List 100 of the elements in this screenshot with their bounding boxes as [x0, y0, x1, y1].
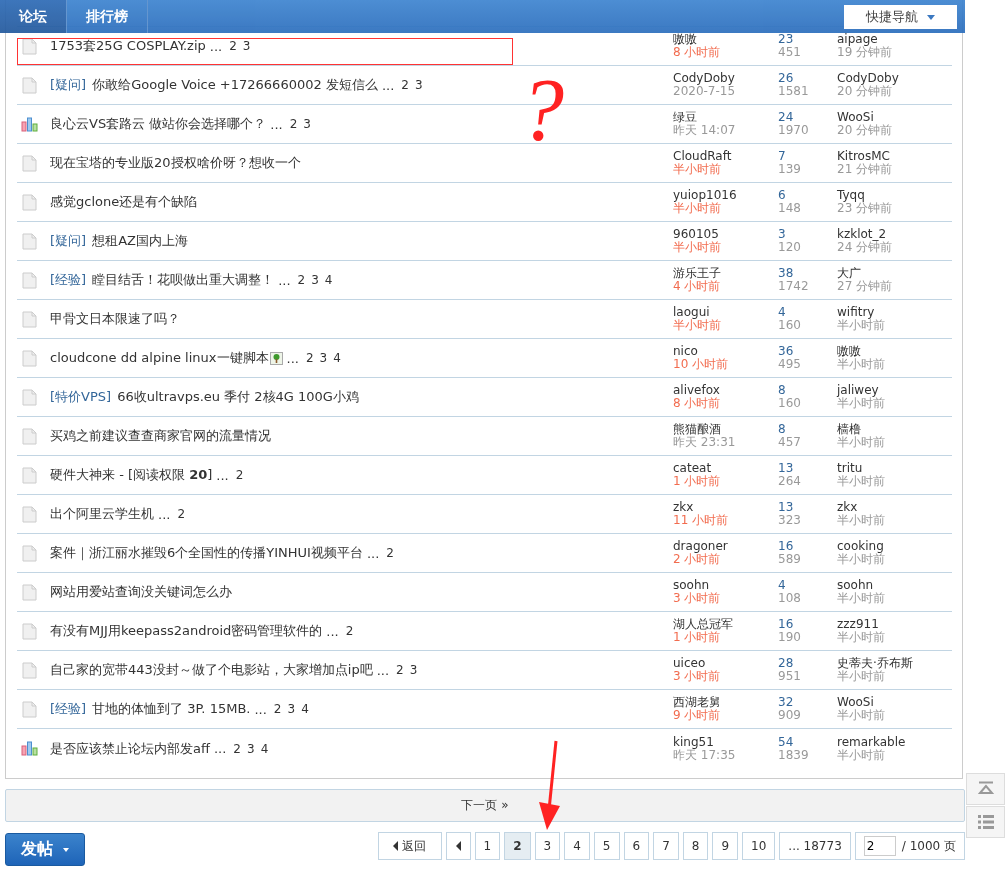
page-button[interactable]: 5 — [593, 832, 620, 860]
author-name[interactable]: zkx — [673, 501, 778, 514]
page-link[interactable]: 3 — [414, 78, 423, 92]
thread-tag[interactable]: [经验] — [50, 271, 87, 289]
page-button[interactable]: 3 — [534, 832, 561, 860]
page-link[interactable]: 2 — [297, 273, 306, 287]
last-poster-name[interactable]: aipage — [837, 33, 947, 46]
author-name[interactable]: 960105 — [673, 228, 778, 241]
page-button[interactable]: 9 — [712, 832, 739, 860]
quick-nav-button[interactable]: 快捷导航 — [844, 5, 957, 29]
page-link[interactable]: 4 — [333, 351, 341, 365]
back-to-top-button[interactable] — [966, 773, 1005, 805]
page-button[interactable]: 10 — [742, 832, 776, 860]
author-name[interactable]: 西湖老舅 — [673, 696, 778, 709]
thread-title[interactable]: 想租AZ国内上海 — [92, 232, 188, 250]
page-button[interactable]: 7 — [653, 832, 679, 860]
page-link[interactable]: 2 — [345, 624, 354, 638]
previous-page-button[interactable] — [445, 832, 471, 860]
nav-tab[interactable]: 排行榜 — [67, 0, 148, 33]
thread-title[interactable]: 你敢给Google Voice +17266660002 发短信么 — [92, 76, 378, 94]
last-poster-name[interactable]: kzklot_2 — [837, 228, 947, 241]
thread-title[interactable]: 甲骨文日本限速了吗？ — [50, 310, 180, 328]
thread-title[interactable]: 硬件大神来 - [阅读权限 20] — [50, 466, 213, 484]
last-poster-name[interactable]: tritu — [837, 462, 947, 475]
thread-title[interactable]: cloudcone dd alpine linux一键脚本 — [50, 349, 269, 367]
next-page-button[interactable]: 下一页 » — [5, 789, 965, 822]
thread-title[interactable]: 有没有MJJ用keepass2android密码管理软件的 — [50, 622, 323, 640]
author-name[interactable]: cateat — [673, 462, 778, 475]
last-poster-name[interactable]: CodyDoby — [837, 72, 947, 85]
page-link[interactable]: 3 — [287, 702, 296, 716]
author-name[interactable]: laogui — [673, 306, 778, 319]
page-link[interactable]: 2 — [386, 546, 394, 560]
thread-title[interactable]: 1753套25G COSPLAY.zip — [50, 37, 206, 55]
author-name[interactable]: 嗷嗷 — [673, 33, 778, 46]
author-name[interactable]: 湖人总冠军 — [673, 618, 778, 631]
page-number-input[interactable]: 2 — [863, 836, 896, 856]
page-link[interactable]: 2 — [273, 702, 282, 716]
last-poster-name[interactable]: soohn — [837, 579, 947, 592]
thread-title[interactable]: 买鸡之前建议查查商家官网的流量情况 — [50, 427, 271, 445]
page-link[interactable]: 3 — [247, 741, 255, 756]
last-poster-name[interactable]: 大广 — [837, 267, 947, 280]
author-name[interactable]: 熊猫酿酒 — [673, 423, 778, 436]
page-link[interactable]: 2 — [289, 117, 298, 131]
last-poster-name[interactable]: 嗷嗷 — [837, 345, 947, 358]
thread-title[interactable]: 现在宝塔的专业版20授权啥价呀？想收一个 — [50, 154, 301, 172]
new-post-button[interactable]: 发帖 — [5, 833, 85, 866]
last-poster-name[interactable]: zzz911 — [837, 618, 947, 631]
last-poster-name[interactable]: Tyqq — [837, 189, 947, 202]
thread-tag[interactable]: [疑问] — [50, 232, 87, 250]
thread-title[interactable]: 良心云VS套路云 做站你会选择哪个？ — [50, 115, 267, 133]
author-name[interactable]: soohn — [673, 579, 778, 592]
author-name[interactable]: CloudRaft — [673, 150, 778, 163]
list-button[interactable] — [966, 806, 1005, 838]
page-link[interactable]: 4 — [324, 273, 333, 287]
page-button[interactable]: 4 — [564, 832, 590, 860]
thread-title[interactable]: 案件｜浙江丽水摧毁6个全国性的传播YINHUI视频平台 — [50, 544, 363, 562]
page-button[interactable]: 2 — [504, 832, 531, 860]
page-button[interactable]: 1 — [474, 832, 501, 860]
author-name[interactable]: dragoner — [673, 540, 778, 553]
thread-title[interactable]: 出个阿里云学生机 — [50, 505, 154, 523]
last-poster-name[interactable]: KitrosMC — [837, 150, 947, 163]
author-name[interactable]: nico — [673, 345, 778, 358]
thread-tag[interactable]: [经验] — [50, 700, 87, 718]
page-button[interactable]: 6 — [623, 832, 650, 860]
last-poster-name[interactable]: 史蒂夫·乔布斯 — [837, 657, 947, 670]
last-poster-name[interactable]: wifitry — [837, 306, 947, 319]
page-link[interactable]: 2 — [401, 78, 409, 92]
page-link[interactable]: 2 — [229, 39, 237, 53]
nav-tab[interactable]: 论坛 — [0, 0, 67, 33]
thread-title[interactable]: 66收ultravps.eu 季付 2核4G 100G小鸡 — [117, 388, 359, 406]
last-poster-name[interactable]: zkx — [837, 501, 947, 514]
last-poster-name[interactable]: jaliwey — [837, 384, 947, 397]
thread-title[interactable]: 甘地的体恤到了 3P. 15MB. — [92, 700, 251, 718]
page-link[interactable]: 4 — [260, 741, 269, 756]
author-name[interactable]: yuiop1016 — [673, 189, 778, 202]
page-link[interactable]: 4 — [301, 702, 309, 716]
last-poster-name[interactable]: WooSi — [837, 696, 947, 709]
page-link[interactable]: 3 — [319, 351, 328, 365]
page-button[interactable]: 8 — [682, 832, 709, 860]
page-link[interactable]: 3 — [311, 273, 319, 287]
author-name[interactable]: king51 — [673, 735, 778, 749]
back-button[interactable]: 返回 — [377, 832, 442, 860]
last-poster-name[interactable]: remarkable — [837, 735, 947, 749]
page-link[interactable]: 3 — [242, 39, 251, 53]
author-name[interactable]: CodyDoby — [673, 72, 778, 85]
thread-title[interactable]: 是否应该禁止论坛内部发aff — [50, 739, 210, 758]
page-link[interactable]: 3 — [409, 663, 418, 677]
thread-title[interactable]: 网站用爱站查询没关键词怎么办 — [50, 583, 232, 601]
author-name[interactable]: 游乐王子 — [673, 267, 778, 280]
author-name[interactable]: alivefox — [673, 384, 778, 397]
page-link[interactable]: 2 — [233, 741, 241, 756]
author-name[interactable]: 绿豆 — [673, 111, 778, 124]
last-poster-name[interactable]: 樯橹 — [837, 423, 947, 436]
page-jump-field[interactable]: 2 / 1000 页 — [854, 832, 965, 860]
last-poster-name[interactable]: cooking — [837, 540, 947, 553]
page-link[interactable]: 3 — [303, 117, 311, 131]
thread-tag[interactable]: [特价VPS] — [50, 388, 112, 406]
page-link[interactable]: 2 — [396, 663, 404, 677]
thread-title[interactable]: 瞠目结舌！花呗做出重大调整！ — [92, 271, 275, 289]
page-link[interactable]: 2 — [177, 507, 186, 521]
